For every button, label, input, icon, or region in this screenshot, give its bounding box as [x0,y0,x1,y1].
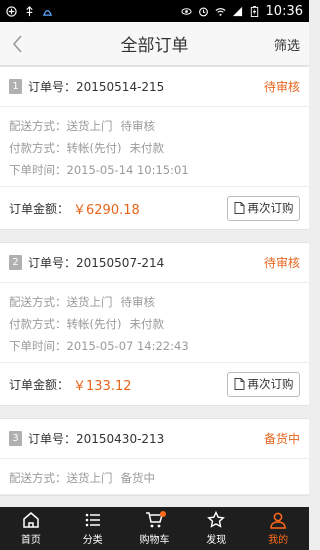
notification-icon [42,9,53,16]
payment-method: 付款方式：转帐(先付) [9,317,122,331]
filter-button[interactable]: 筛选 [274,35,300,54]
reorder-button[interactable]: 再次订购 [227,195,300,221]
tab-label: 我的 [268,535,289,546]
back-arrow-icon[interactable] [6,32,30,56]
tab-label: 首页 [20,535,41,546]
usb-icon [26,5,33,16]
document-icon [234,202,244,214]
tab-home[interactable]: 首页 [0,507,62,550]
order-index-badge: 1 [9,79,22,94]
order-time: 下单时间：2015-05-07 14:22:43 [9,339,189,353]
order-card-footer: 订单金额： ￥6290.18 再次订购 [0,187,309,229]
order-list[interactable]: 1 订单号：20150514-215 待审核 配送方式：送货上门 待审核 付款方式… [0,66,309,507]
payment-row: 付款方式：转帐(先付) 未付款 [9,313,300,335]
tab-cart[interactable]: 购物车 [124,507,186,550]
list-icon [85,513,100,527]
bottom-tab-bar: 首页 分类 购物车 发现 我的 [0,507,309,550]
order-card[interactable]: 2 订单号：20150507-214 待审核 配送方式：送货上门 待审核 付款方式… [0,242,309,406]
order-card-footer: 订单金额： ￥133.12 再次订购 [0,363,309,405]
tab-label: 分类 [82,535,103,546]
document-icon [234,378,244,390]
cart-badge-dot [159,511,166,517]
delivery-row: 配送方式：送货上门 待审核 [9,115,300,137]
signal-icon [232,6,242,16]
order-card-header: 3 订单号：20150430-213 备货中 [0,419,309,459]
payment-method: 付款方式：转帐(先付) [9,141,122,155]
order-status: 待审核 [263,256,300,270]
add-circle-icon [6,5,17,17]
tab-category[interactable]: 分类 [62,507,124,550]
payment-row: 付款方式：转帐(先付) 未付款 [9,137,300,159]
reorder-button[interactable]: 再次订购 [227,371,300,397]
user-icon [270,512,286,529]
delivery-status: 待审核 [120,295,156,309]
order-card[interactable]: 1 订单号：20150514-215 待审核 配送方式：送货上门 待审核 付款方式… [0,66,309,230]
app-header: 全部订单 筛选 [0,22,309,66]
payment-status: 未付款 [129,317,164,331]
delivery-row: 配送方式：送货上门 备货中 [9,467,300,489]
order-card-header: 2 订单号：20150507-214 待审核 [0,243,309,283]
order-card-header: 1 订单号：20150514-215 待审核 [0,67,309,107]
eye-icon [180,7,192,15]
star-icon [207,511,226,528]
order-details: 配送方式：送货上门 备货中 [0,459,309,495]
delivery-status: 待审核 [120,119,156,133]
home-icon [23,512,39,528]
reorder-label: 再次订购 [247,201,294,215]
order-details: 配送方式：送货上门 待审核 付款方式：转帐(先付) 未付款 下单时间：2015-05… [0,107,309,187]
alarm-icon [198,7,208,16]
amount-label: 订单金额： [9,201,70,216]
page-title: 全部订单 [120,36,189,56]
amount-value: ￥133.12 [73,378,132,394]
tab-label: 购物车 [139,535,170,546]
tab-discover[interactable]: 发现 [185,507,247,550]
reorder-label: 再次订购 [247,377,294,391]
order-number: 订单号：20150430-213 [28,432,165,446]
delivery-method: 配送方式：送货上门 [9,295,113,309]
amount-value: ￥6290.18 [73,202,140,218]
order-index-badge: 3 [9,431,22,446]
delivery-row: 配送方式：送货上门 待审核 [9,291,300,313]
payment-status: 未付款 [129,141,164,155]
delivery-status: 备货中 [120,471,156,485]
wifi-icon [215,7,226,16]
order-number: 订单号：20150507-214 [28,256,165,270]
tab-mine[interactable]: 我的 [247,507,309,550]
order-card[interactable]: 3 订单号：20150430-213 备货中 配送方式：送货上门 备货中 [0,418,309,496]
order-time: 下单时间：2015-05-14 10:15:01 [9,163,189,177]
status-bar: 10:36 [0,0,309,22]
order-details: 配送方式：送货上门 待审核 付款方式：转帐(先付) 未付款 下单时间：2015-05… [0,283,309,363]
delivery-method: 配送方式：送货上门 [9,119,113,133]
delivery-method: 配送方式：送货上门 [9,471,113,485]
order-index-badge: 2 [9,255,22,270]
order-status: 备货中 [263,432,300,446]
battery-icon [250,5,258,17]
order-status: 待审核 [263,80,300,94]
clock: 10:36 [265,3,303,19]
tab-label: 发现 [206,535,227,546]
order-number: 订单号：20150514-215 [28,80,165,94]
amount-label: 订单金额： [9,377,70,392]
